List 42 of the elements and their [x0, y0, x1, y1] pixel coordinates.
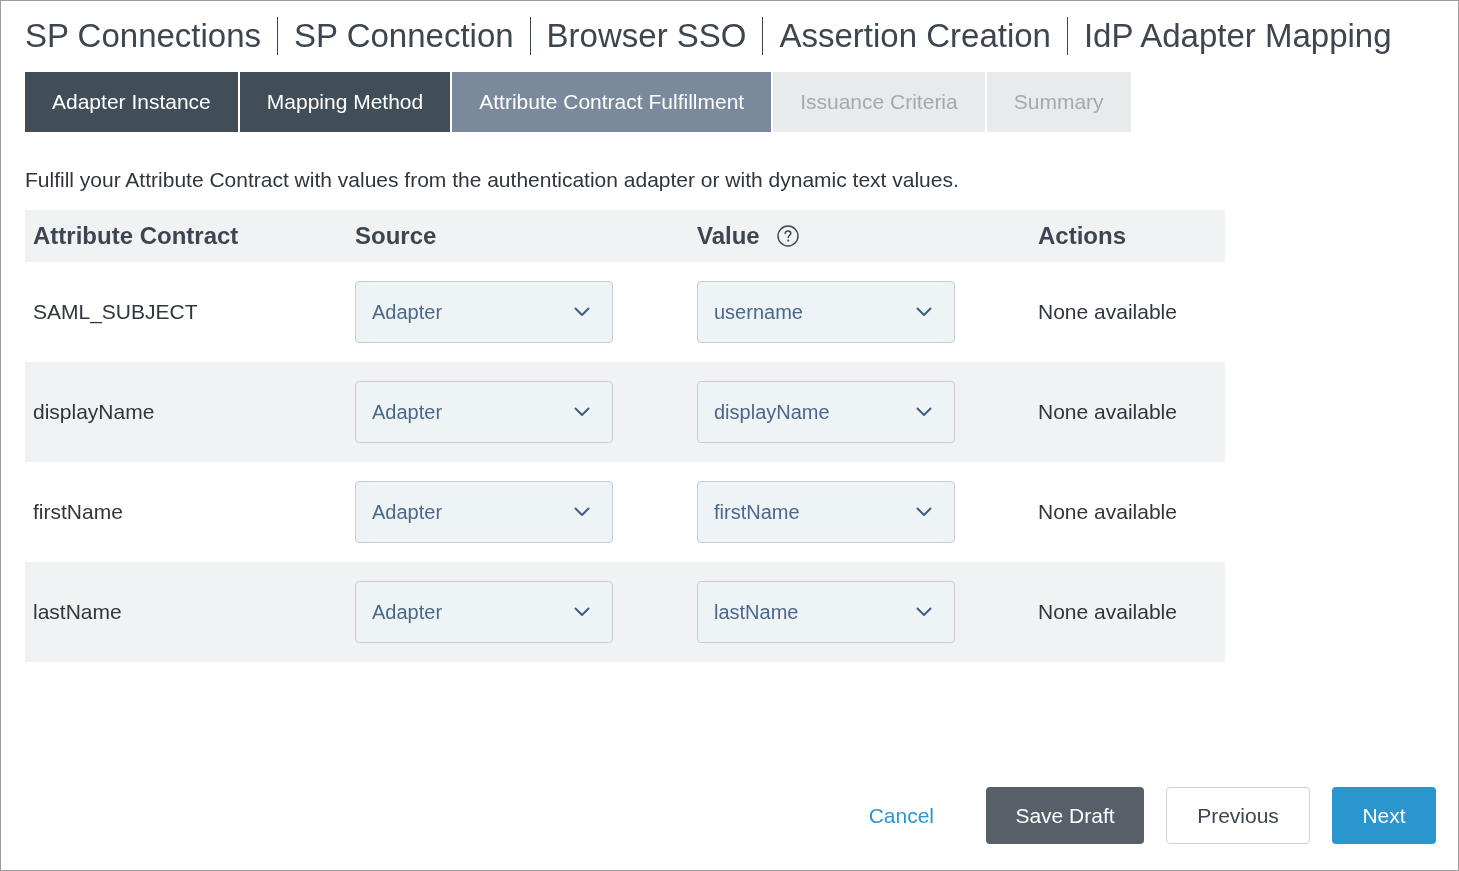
- save-draft-button[interactable]: Save Draft: [986, 787, 1144, 844]
- source-select[interactable]: Adapter: [355, 381, 613, 443]
- value-select[interactable]: lastName: [697, 581, 955, 643]
- value-select[interactable]: username: [697, 281, 955, 343]
- breadcrumb-item[interactable]: Browser SSO: [546, 15, 747, 57]
- column-header: Attribute Contract: [33, 221, 239, 251]
- column-header: Value: [697, 221, 760, 251]
- wizard-tab[interactable]: Attribute Contract Fulfillment: [452, 72, 772, 132]
- actions-text: None available: [1038, 300, 1177, 324]
- chevron-down-icon: [916, 407, 932, 417]
- attribute-name: SAML_SUBJECT: [33, 300, 198, 324]
- value-select[interactable]: firstName: [697, 481, 955, 543]
- chevron-down-icon: [574, 607, 590, 617]
- column-header: Actions: [1038, 221, 1126, 251]
- attribute-name: displayName: [33, 400, 155, 424]
- chevron-down-icon: [916, 607, 932, 617]
- chevron-down-icon: [574, 507, 590, 517]
- attribute-name: firstName: [33, 500, 123, 524]
- actions-text: None available: [1038, 400, 1177, 424]
- cancel-link[interactable]: Cancel: [852, 787, 950, 844]
- breadcrumb-item[interactable]: SP Connection: [294, 15, 514, 57]
- previous-button[interactable]: Previous: [1166, 787, 1310, 844]
- value-select[interactable]: displayName: [697, 381, 955, 443]
- help-icon[interactable]: [776, 225, 799, 247]
- chevron-down-icon: [574, 307, 590, 317]
- attribute-name: lastName: [33, 600, 122, 624]
- source-select[interactable]: Adapter: [355, 481, 613, 543]
- column-header: Source: [355, 221, 437, 251]
- breadcrumb-item[interactable]: Assertion Creation: [779, 15, 1051, 57]
- wizard-tab[interactable]: Mapping Method: [239, 72, 451, 132]
- source-select[interactable]: Adapter: [355, 281, 613, 343]
- breadcrumb-item[interactable]: SP Connections: [25, 15, 262, 57]
- breadcrumb-item[interactable]: IdP Adapter Mapping: [1083, 15, 1392, 57]
- actions-text: None available: [1038, 500, 1177, 524]
- actions-text: None available: [1038, 600, 1177, 624]
- description-text: Fulfill your Attribute Contract with values from the authentication adapter or with dynamic text values.: [24, 168, 960, 192]
- source-select[interactable]: Adapter: [355, 581, 613, 643]
- wizard-tab[interactable]: Adapter Instance: [25, 72, 238, 132]
- chevron-down-icon: [916, 507, 932, 517]
- chevron-down-icon: [574, 407, 590, 417]
- next-button[interactable]: Next: [1332, 787, 1436, 844]
- chevron-down-icon: [916, 307, 932, 317]
